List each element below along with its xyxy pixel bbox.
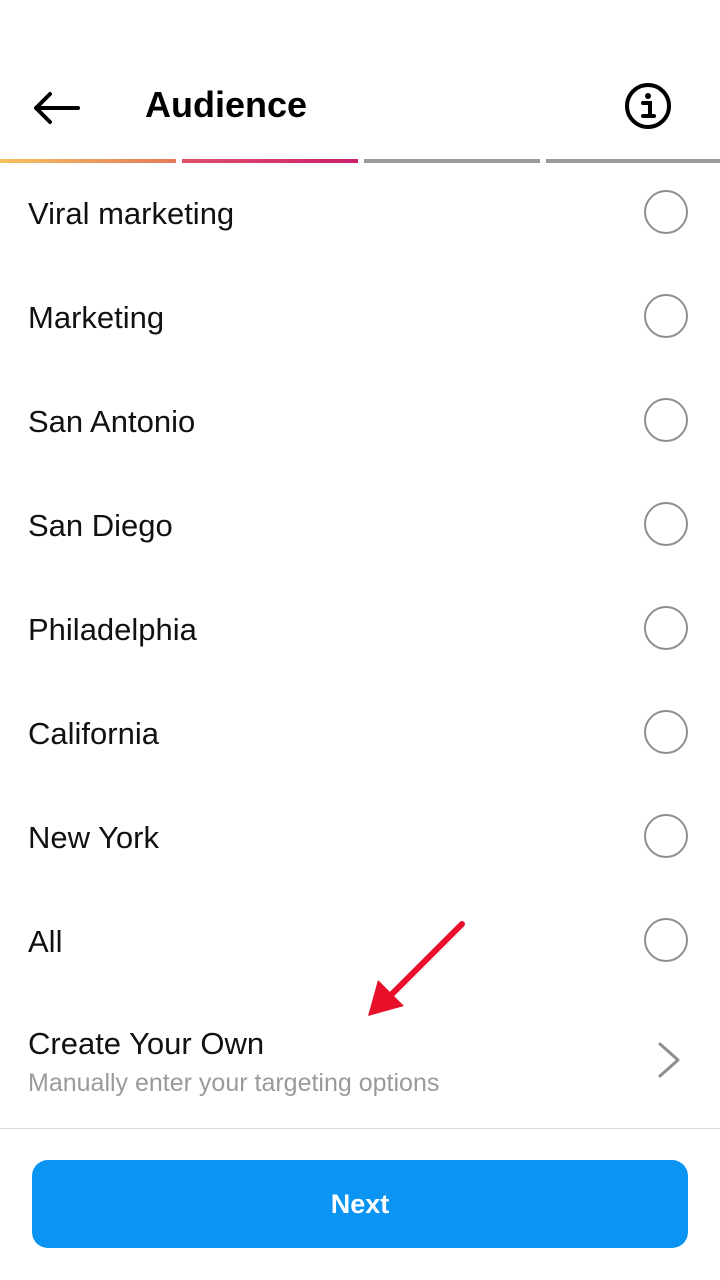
option-label: San Diego bbox=[28, 508, 173, 543]
audience-option[interactable]: Philadelphia bbox=[0, 578, 720, 682]
next-button[interactable]: Next bbox=[32, 1160, 688, 1248]
audience-screen: Audience Viral marketing Marketing San A… bbox=[0, 0, 720, 1280]
create-your-own-title: Create Your Own bbox=[28, 1026, 265, 1061]
arrow-left-icon bbox=[34, 92, 80, 124]
option-label: All bbox=[28, 924, 63, 959]
create-your-own-subtitle: Manually enter your targeting options bbox=[28, 1069, 440, 1097]
create-your-own-row[interactable]: Create Your Own Manually enter your targ… bbox=[0, 1008, 720, 1118]
info-button[interactable] bbox=[618, 76, 678, 136]
radio-button[interactable] bbox=[644, 398, 688, 442]
option-label: Philadelphia bbox=[28, 612, 197, 647]
radio-button[interactable] bbox=[644, 710, 688, 754]
back-button[interactable] bbox=[24, 80, 88, 136]
option-label: Viral marketing bbox=[28, 196, 235, 231]
option-label: New York bbox=[28, 820, 159, 855]
radio-button[interactable] bbox=[644, 294, 688, 338]
radio-button[interactable] bbox=[644, 814, 688, 858]
audience-option[interactable]: New York bbox=[0, 786, 720, 890]
radio-button[interactable] bbox=[644, 190, 688, 234]
audience-option[interactable]: Marketing bbox=[0, 266, 720, 370]
red-arrow-annotation bbox=[368, 921, 465, 1016]
page-title: Audience bbox=[145, 84, 308, 125]
radio-button[interactable] bbox=[644, 606, 688, 650]
info-circle-icon bbox=[625, 83, 671, 129]
option-label: San Antonio bbox=[28, 404, 196, 439]
radio-button[interactable] bbox=[644, 918, 688, 962]
header: Audience bbox=[0, 0, 720, 160]
chevron-right-icon bbox=[658, 1042, 680, 1078]
option-label: Marketing bbox=[28, 300, 165, 335]
audience-option[interactable]: San Diego bbox=[0, 474, 720, 578]
option-label: California bbox=[28, 716, 159, 751]
audience-option[interactable]: California bbox=[0, 682, 720, 786]
audience-option[interactable]: San Antonio bbox=[0, 370, 720, 474]
audience-option[interactable]: Viral marketing bbox=[0, 162, 720, 266]
footer-divider bbox=[0, 1128, 720, 1129]
radio-button[interactable] bbox=[644, 502, 688, 546]
